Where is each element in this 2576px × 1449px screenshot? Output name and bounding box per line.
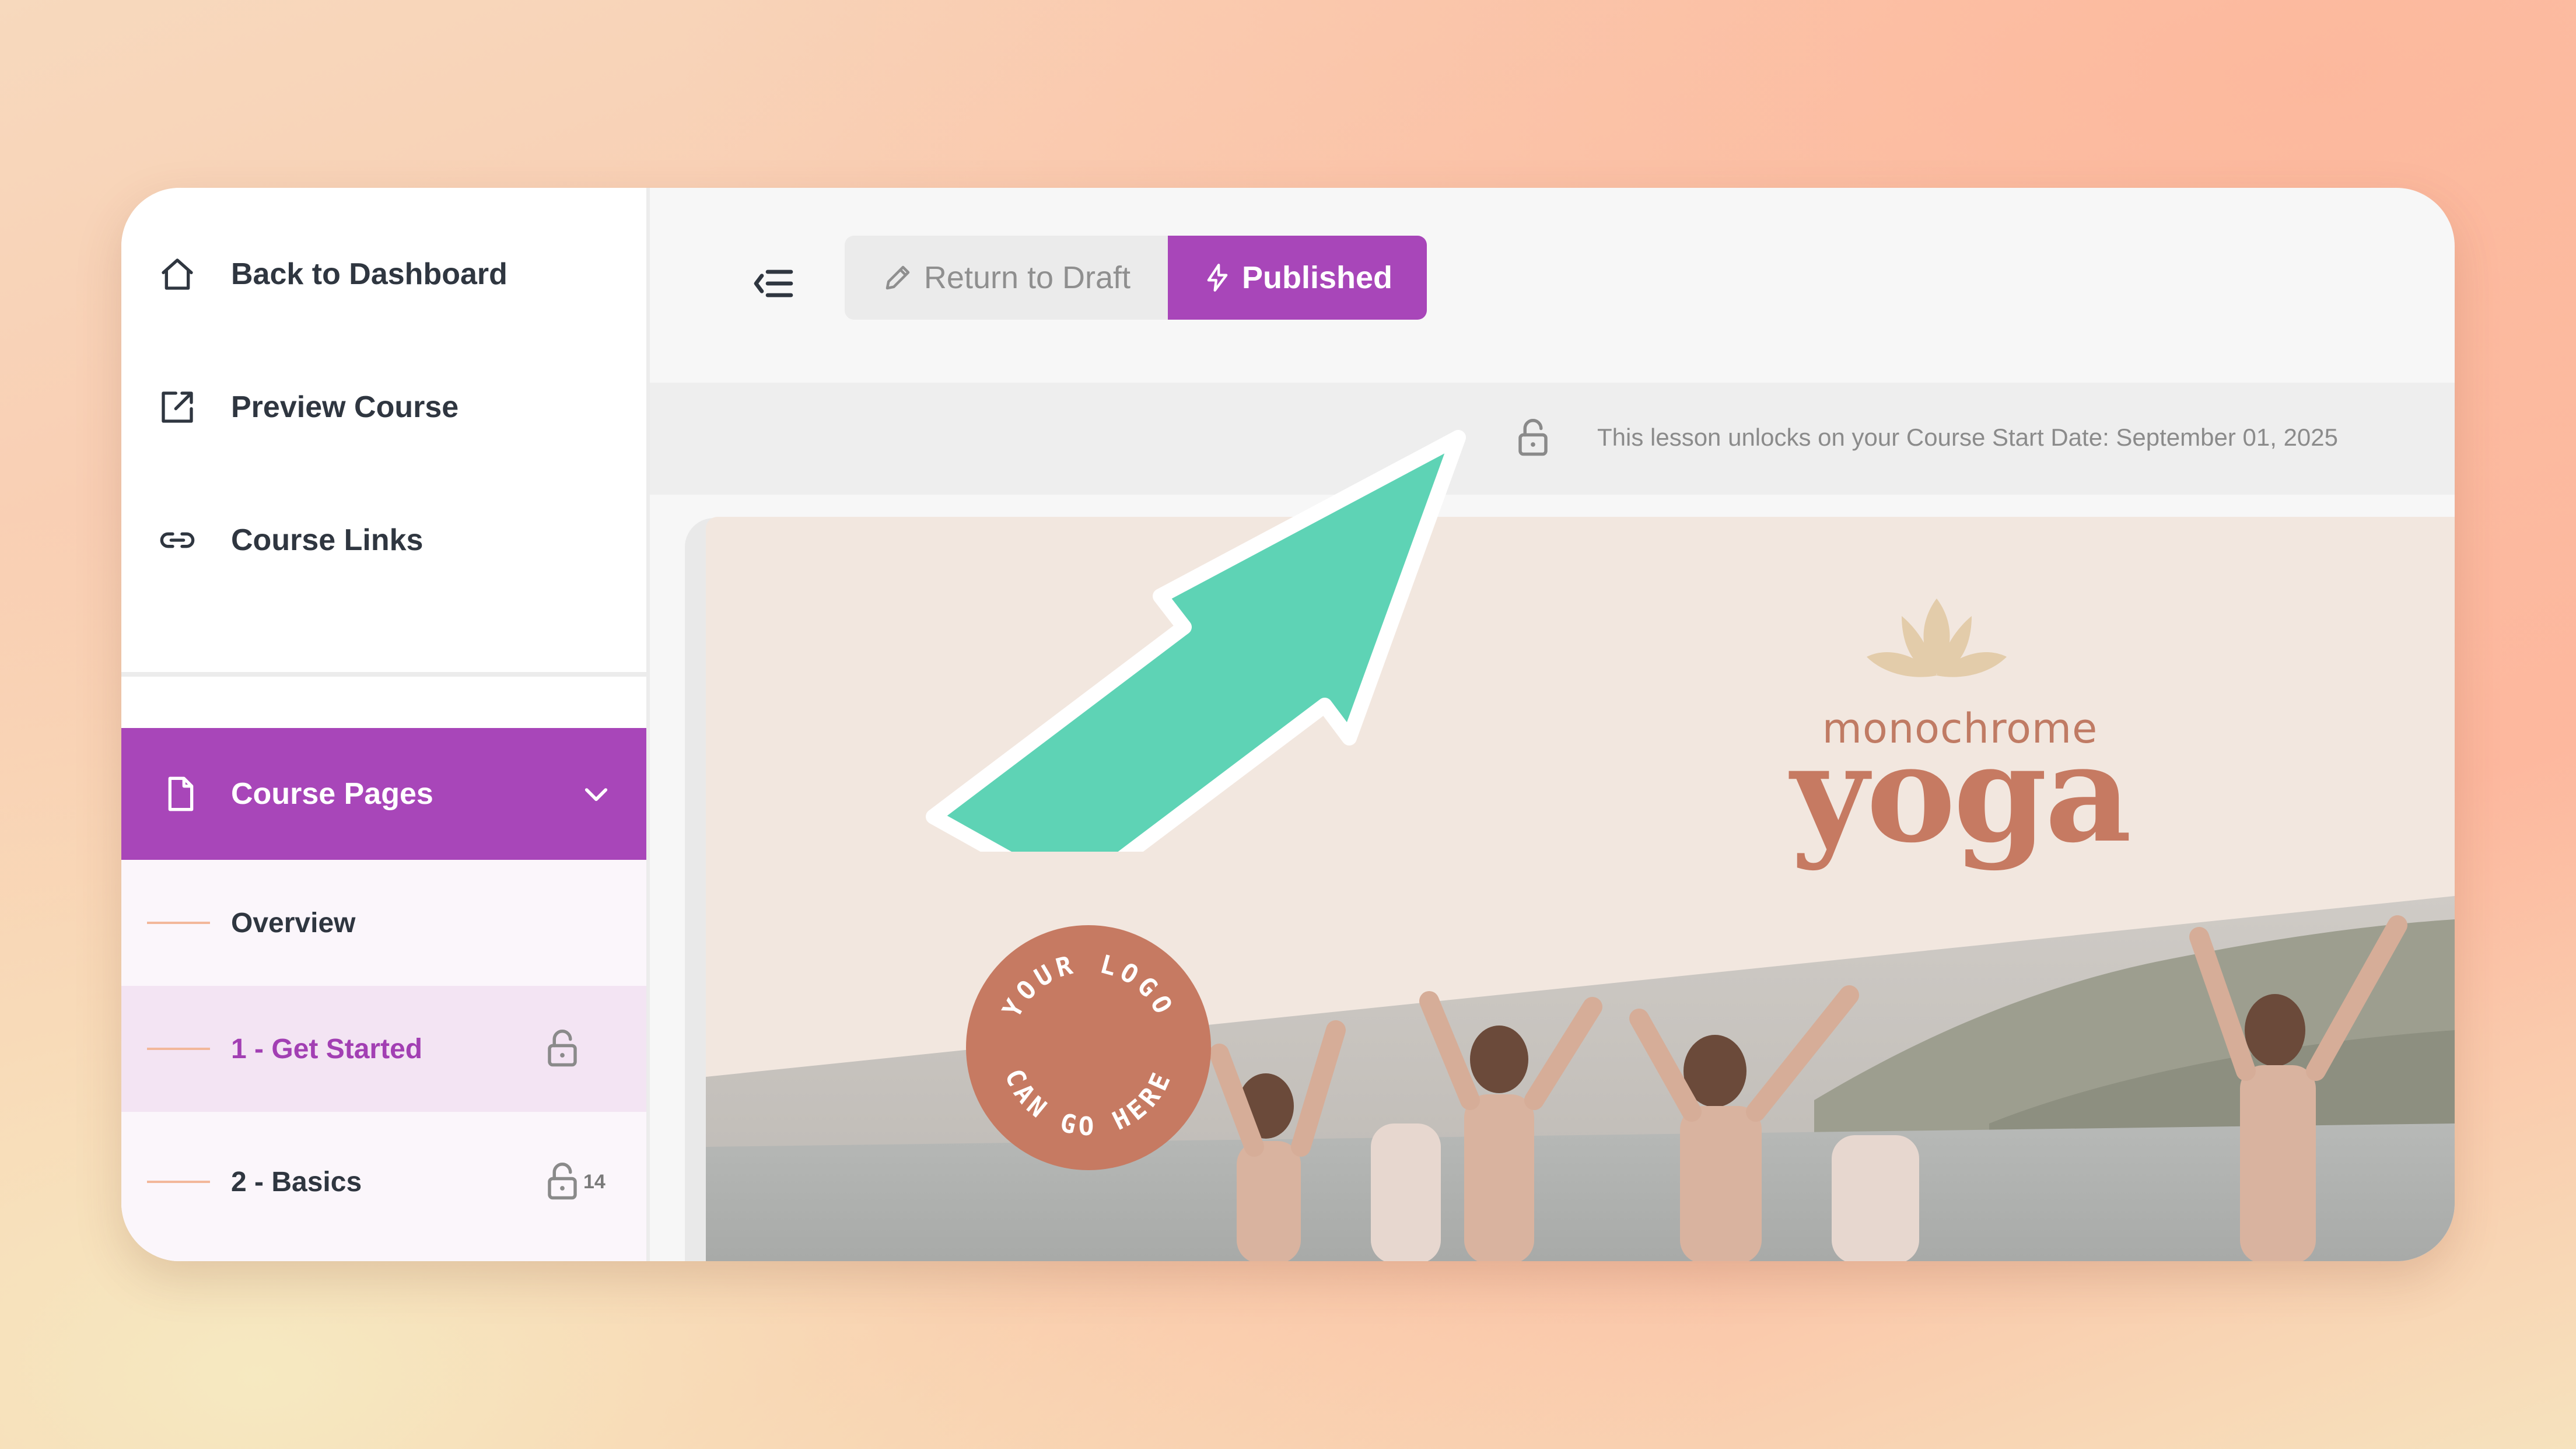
page-item-overview[interactable]: Overview bbox=[121, 860, 646, 986]
chevron-down-icon[interactable] bbox=[580, 778, 612, 810]
page-item-label: Overview bbox=[231, 907, 356, 939]
course-pages-section[interactable]: Course Pages bbox=[121, 728, 646, 860]
collapse-menu-icon[interactable] bbox=[750, 260, 797, 307]
pencil-icon bbox=[886, 265, 910, 290]
brand-title: yoga bbox=[1790, 715, 2132, 873]
return-to-draft-label: Return to Draft bbox=[923, 260, 1131, 295]
publish-status-toggle: Return to Draft Published bbox=[845, 236, 1427, 320]
course-links-link[interactable]: Course Links bbox=[121, 505, 646, 575]
sidebar-divider bbox=[121, 672, 646, 677]
unlock-icon bbox=[548, 1030, 577, 1067]
back-to-dashboard-link[interactable]: Back to Dashboard bbox=[121, 239, 646, 309]
page-item-label: 1 - Get Started bbox=[231, 1033, 423, 1065]
page-item-dash bbox=[147, 1048, 210, 1050]
external-link-icon bbox=[162, 391, 193, 423]
sidebar: Back to Dashboard Preview Course Course … bbox=[121, 188, 650, 1261]
page-item-get-started[interactable]: 1 - Get Started bbox=[121, 986, 646, 1112]
page-item-basics[interactable]: 2 - Basics 14 bbox=[121, 1112, 646, 1252]
link-icon bbox=[160, 532, 195, 548]
return-to-draft-button[interactable]: Return to Draft bbox=[845, 236, 1168, 320]
unlock-icon bbox=[548, 1163, 577, 1200]
published-button[interactable]: Published bbox=[1168, 236, 1427, 320]
page-item-label: 2 - Basics bbox=[231, 1166, 362, 1198]
annotation-arrow bbox=[926, 430, 1466, 852]
published-label: Published bbox=[1241, 260, 1393, 295]
lightning-icon bbox=[1207, 264, 1228, 292]
page-item-dash bbox=[147, 1181, 210, 1183]
unlock-days-count: 14 bbox=[583, 1170, 606, 1193]
page-item-dash bbox=[147, 922, 210, 924]
course-links-label: Course Links bbox=[231, 523, 424, 557]
unlock-notice-text: This lesson unlocks on your Course Start… bbox=[1597, 424, 2339, 451]
logo-placeholder-badge: YOUR LOGO CAN GO HERE bbox=[966, 925, 1211, 1170]
document-icon bbox=[168, 776, 194, 811]
back-to-dashboard-label: Back to Dashboard bbox=[231, 257, 508, 291]
course-pages-list: Overview 1 - Get Started 2 - Basics 14 bbox=[121, 860, 646, 1261]
course-pages-label: Course Pages bbox=[231, 777, 433, 811]
lotus-logo-icon bbox=[1867, 598, 2007, 677]
preview-course-label: Preview Course bbox=[231, 390, 459, 424]
home-icon bbox=[162, 258, 193, 290]
preview-course-link[interactable]: Preview Course bbox=[121, 372, 646, 442]
unlock-icon bbox=[1518, 419, 1548, 456]
